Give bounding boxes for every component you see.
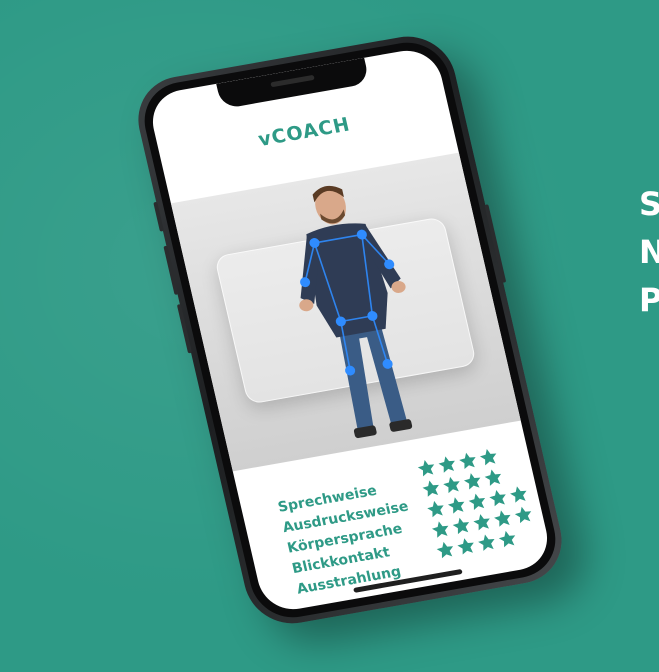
phone-mockup: vCOACH Sprechweise Ausdrucksweise Körper… [0,0,659,672]
star-icon [468,493,486,510]
star-icon [479,449,497,466]
phone-device: vCOACH Sprechweise Ausdrucksweise Körper… [129,29,571,631]
star-icon [478,534,495,551]
speaker-grille [270,74,315,88]
star-icon [463,473,481,490]
star-icon [436,541,454,559]
star-icon [438,456,455,473]
app-title: vCOACH [256,113,353,151]
star-icon [494,510,511,527]
star-icon [514,506,532,524]
star-icon [447,497,465,514]
star-icon [431,521,449,538]
star-icon [443,476,460,494]
star-icon [459,452,476,470]
coach-video-frame [170,152,521,472]
star-icon [452,517,470,535]
star-icon [417,460,435,477]
app-screen: vCOACH Sprechweise Ausdrucksweise Körper… [146,45,554,615]
rating-stars [415,442,540,562]
star-icon [427,500,444,518]
star-icon [484,469,502,486]
star-icon [473,514,490,531]
star-icon [489,489,506,507]
star-icon [498,530,516,548]
star-icon [510,486,527,503]
star-icon [457,538,474,555]
star-icon [422,480,439,497]
